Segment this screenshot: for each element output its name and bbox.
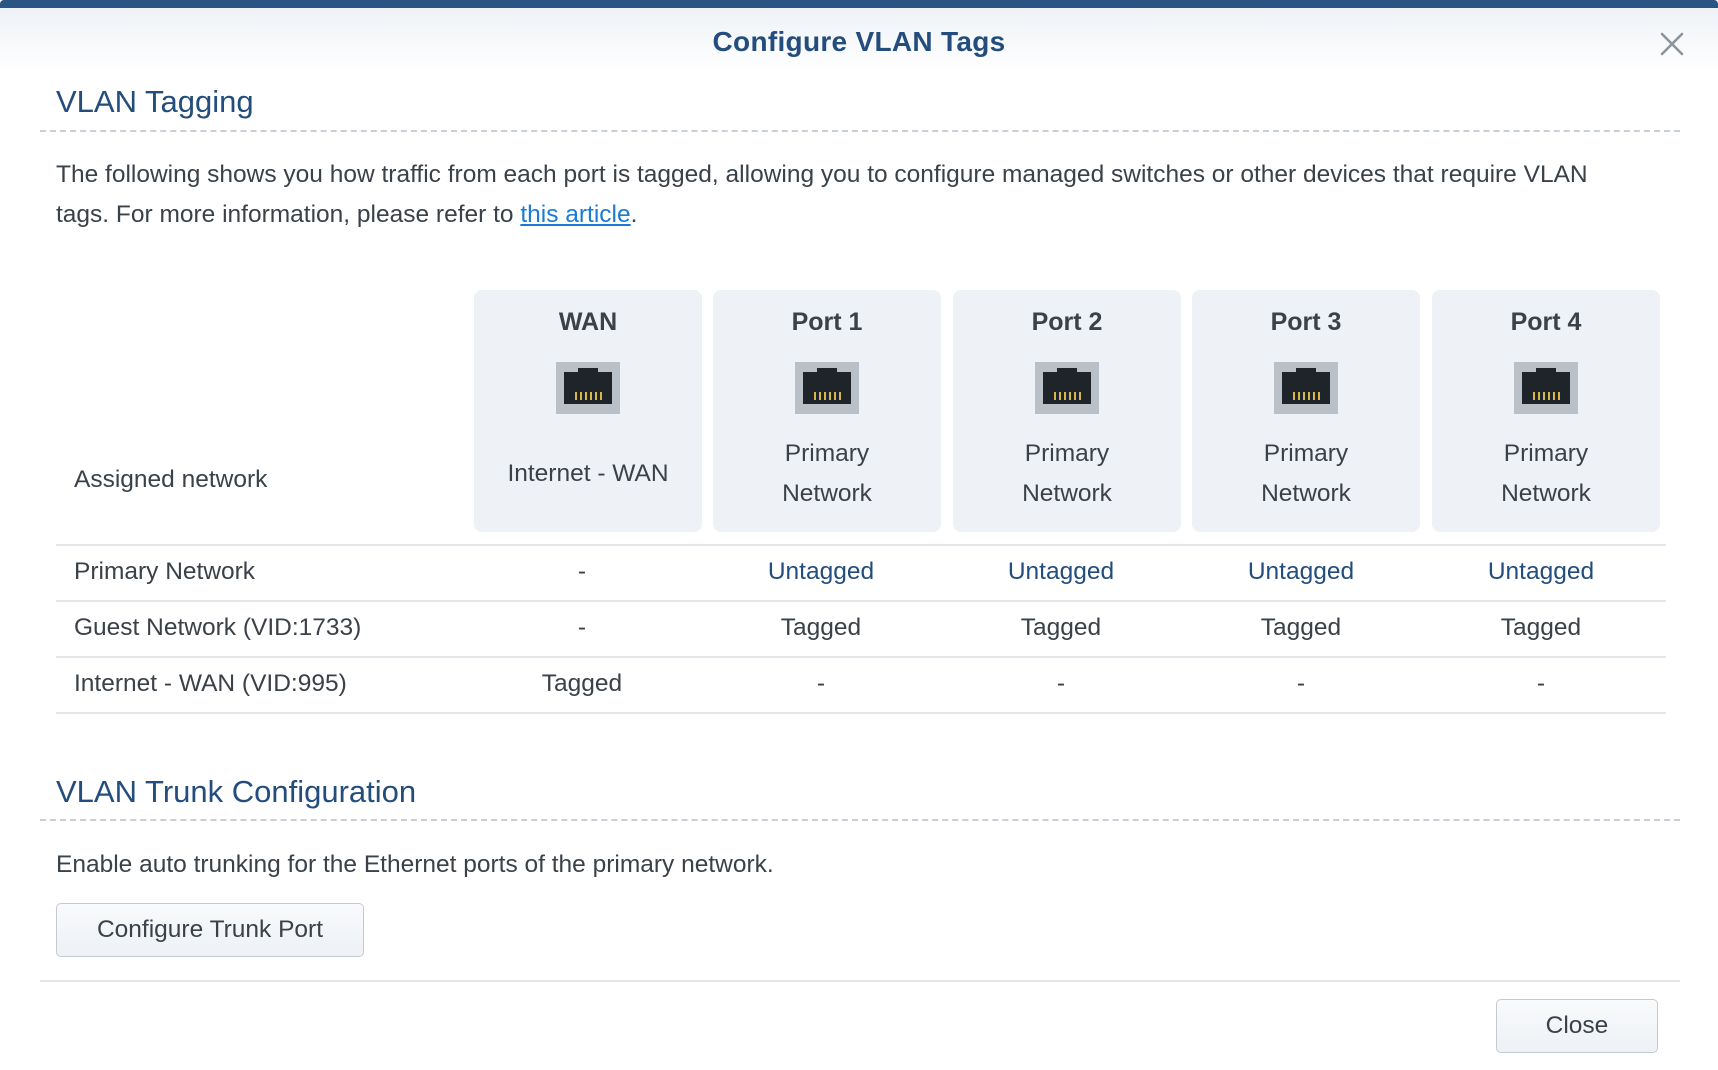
tag-cell: -	[1536, 670, 1546, 697]
tag-cell: -	[577, 614, 587, 641]
port-name: Port 2	[1031, 308, 1103, 336]
dialog-header: Configure VLAN Tags	[0, 8, 1718, 72]
port-assigned-network-line2: Network	[1022, 480, 1112, 507]
trunk-description: Enable auto trunking for the Ethernet po…	[56, 851, 774, 878]
tag-cell: Tagged	[1020, 614, 1102, 641]
port-assigned-network-line2: Network	[1261, 480, 1351, 507]
assigned-network-label: Assigned network	[74, 466, 268, 493]
dialog-top-accent-bar	[0, 0, 1718, 8]
port-name: WAN	[558, 308, 618, 336]
vlan-tagging-heading: VLAN Tagging	[56, 84, 254, 119]
configure-vlan-tags-dialog: Configure VLAN Tags VLAN Tagging The fol…	[0, 0, 1718, 1070]
row-label: Primary Network	[74, 558, 256, 585]
description-end: .	[630, 201, 638, 228]
ethernet-port-icon	[1274, 362, 1338, 414]
port-card-port-4: Port 4 Primary Network	[1432, 290, 1660, 532]
dialog-title: Configure VLAN Tags	[712, 26, 1006, 57]
ethernet-port-icon	[795, 362, 859, 414]
vlan-trunk-heading: VLAN Trunk Configuration	[56, 774, 417, 809]
row-label: Internet - WAN (VID:995)	[74, 670, 347, 697]
section-divider	[40, 130, 1680, 132]
tag-cell: -	[1296, 670, 1306, 697]
tag-cell: Tagged	[1260, 614, 1342, 641]
row-divider	[56, 656, 1666, 658]
port-card-port-1: Port 1 Primary Network	[713, 290, 941, 532]
tag-cell: -	[577, 558, 587, 585]
row-divider	[56, 544, 1666, 546]
tag-cell: -	[1056, 670, 1066, 697]
row-label: Guest Network (VID:1733)	[74, 614, 362, 641]
ethernet-port-icon	[1035, 362, 1099, 414]
port-assigned-network-line1: Primary	[1024, 440, 1110, 467]
tag-cell: -	[816, 670, 826, 697]
tag-cell: Untagged	[1487, 558, 1595, 585]
tag-cell: Tagged	[1500, 614, 1582, 641]
port-card-port-2: Port 2 Primary Network	[953, 290, 1181, 532]
tag-cell: Untagged	[1247, 558, 1355, 585]
footer-divider	[40, 980, 1680, 982]
port-name: Port 3	[1270, 308, 1342, 336]
tag-cell: Untagged	[1007, 558, 1115, 585]
port-assigned-network: Internet - WAN	[507, 460, 669, 487]
port-name: Port 4	[1510, 308, 1582, 336]
section-divider	[40, 819, 1680, 821]
row-divider	[56, 600, 1666, 602]
port-assigned-network-line1: Primary	[1263, 440, 1349, 467]
port-card-port-3: Port 3 Primary Network	[1192, 290, 1420, 532]
ethernet-port-icon	[1514, 362, 1578, 414]
tag-cell: Untagged	[767, 558, 875, 585]
close-button[interactable]: Close	[1496, 999, 1658, 1053]
row-divider	[56, 712, 1666, 714]
port-assigned-network-line1: Primary	[784, 440, 870, 467]
port-assigned-network-line2: Network	[782, 480, 872, 507]
port-assigned-network-line1: Primary	[1503, 440, 1589, 467]
tag-cell: Tagged	[541, 670, 623, 697]
close-x-icon[interactable]	[1650, 22, 1694, 66]
vlan-tagging-description: The following shows you how traffic from…	[56, 155, 1646, 235]
tag-cell: Tagged	[780, 614, 862, 641]
configure-trunk-port-button[interactable]: Configure Trunk Port	[56, 903, 364, 957]
port-name: Port 1	[791, 308, 863, 336]
this-article-link[interactable]: this article	[520, 201, 630, 228]
port-card-wan: WAN Internet - WAN	[474, 290, 702, 532]
port-assigned-network-line2: Network	[1501, 480, 1591, 507]
description-text: The following shows you how traffic from…	[56, 161, 1588, 228]
ethernet-port-icon	[556, 362, 620, 414]
